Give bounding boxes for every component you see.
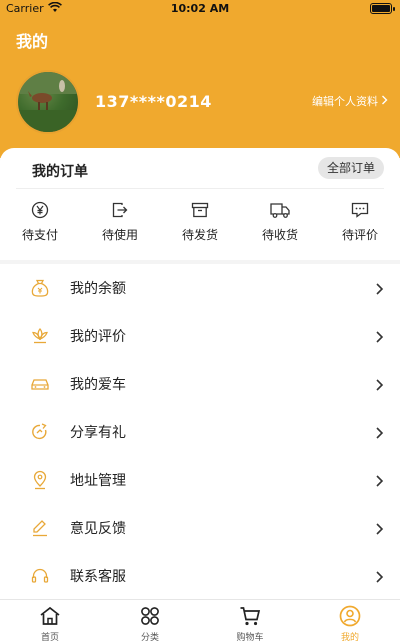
home-icon	[39, 605, 61, 627]
bottom-tab-bar: 首页 分类 购物车 我的	[0, 599, 400, 643]
menu-item-label: 我的爱车	[70, 377, 126, 393]
order-item-label: 待发货	[181, 228, 218, 242]
order-item-label: 待评价	[341, 228, 378, 242]
menu-list: 我的余额 我的评价 我的爱车 分享有礼 地址管理 意见反馈 联系客服	[0, 264, 400, 599]
edit-profile-label: 编辑个人资料	[312, 95, 378, 108]
order-item-label: 待收货	[261, 228, 298, 242]
page-title: 我的	[16, 32, 49, 51]
menu-item-label: 分享有礼	[70, 425, 126, 441]
divider	[16, 188, 384, 189]
avatar[interactable]	[16, 70, 80, 134]
menu-item-label: 意见反馈	[70, 521, 126, 537]
edit-profile-link[interactable]: 编辑个人资料	[312, 93, 388, 109]
menu-item-my-car[interactable]: 我的爱车	[0, 360, 400, 408]
chevron-right-icon	[374, 473, 384, 487]
chevron-right-icon	[374, 425, 384, 439]
menu-item-balance[interactable]: 我的余额	[0, 264, 400, 312]
cart-icon	[239, 605, 261, 627]
truck-icon	[269, 200, 291, 220]
tab-cart[interactable]: 购物车	[200, 600, 300, 643]
menu-item-customer-service[interactable]: 联系客服	[0, 552, 400, 599]
share-arrow-icon	[30, 422, 50, 442]
money-bag-icon	[30, 278, 50, 298]
status-time: 10:02 AM	[170, 2, 230, 15]
menu-item-feedback[interactable]: 意见反馈	[0, 504, 400, 552]
chevron-right-icon	[374, 569, 384, 583]
my-orders-title: 我的订单	[32, 164, 88, 180]
chevron-right-icon	[381, 95, 388, 108]
headset-icon	[30, 566, 50, 586]
order-pending-payment[interactable]: 待支付	[0, 200, 80, 250]
user-icon	[339, 605, 361, 627]
chat-bubble-icon	[349, 200, 371, 220]
tab-label: 分类	[140, 633, 159, 643]
order-to-use[interactable]: 待使用	[80, 200, 160, 250]
status-bar: Carrier 10:02 AM	[0, 0, 400, 18]
menu-item-share-reward[interactable]: 分享有礼	[0, 408, 400, 456]
tab-category[interactable]: 分类	[100, 600, 200, 643]
user-phone: 137****0214	[95, 92, 212, 111]
profile-header: 我的 137****0214 编辑个人资料	[0, 18, 400, 158]
location-pin-icon	[30, 470, 50, 490]
chevron-right-icon	[374, 521, 384, 535]
tab-label: 购物车	[236, 633, 264, 643]
menu-item-label: 我的评价	[70, 329, 126, 345]
order-item-label: 待支付	[21, 228, 58, 242]
menu-item-label: 地址管理	[70, 473, 126, 489]
order-to-review[interactable]: 待评价	[320, 200, 400, 250]
menu-item-reviews[interactable]: 我的评价	[0, 312, 400, 360]
my-orders-card: 我的订单 全部订单 待支付 待使用 待发货 待收货 待评价	[0, 148, 400, 260]
chevron-right-icon	[374, 281, 384, 295]
all-orders-button[interactable]: 全部订单	[317, 157, 384, 179]
menu-item-address[interactable]: 地址管理	[0, 456, 400, 504]
edit-pencil-icon	[30, 518, 50, 538]
tab-mine[interactable]: 我的	[300, 600, 400, 643]
chevron-right-icon	[374, 377, 384, 391]
category-icon	[139, 605, 161, 627]
order-to-receive[interactable]: 待收货	[240, 200, 320, 250]
menu-item-label: 我的余额	[70, 281, 126, 297]
exit-box-icon	[109, 200, 131, 220]
car-icon	[30, 374, 50, 394]
lotus-icon	[30, 326, 50, 346]
tab-label: 首页	[40, 633, 59, 643]
package-box-icon	[189, 200, 211, 220]
order-to-ship[interactable]: 待发货	[160, 200, 240, 250]
menu-item-label: 联系客服	[70, 569, 126, 585]
order-item-label: 待使用	[101, 228, 138, 242]
battery-icon	[370, 3, 395, 14]
tab-label: 我的	[340, 633, 359, 643]
chevron-right-icon	[374, 329, 384, 343]
yen-circle-icon	[29, 200, 51, 220]
tab-home[interactable]: 首页	[0, 600, 100, 643]
